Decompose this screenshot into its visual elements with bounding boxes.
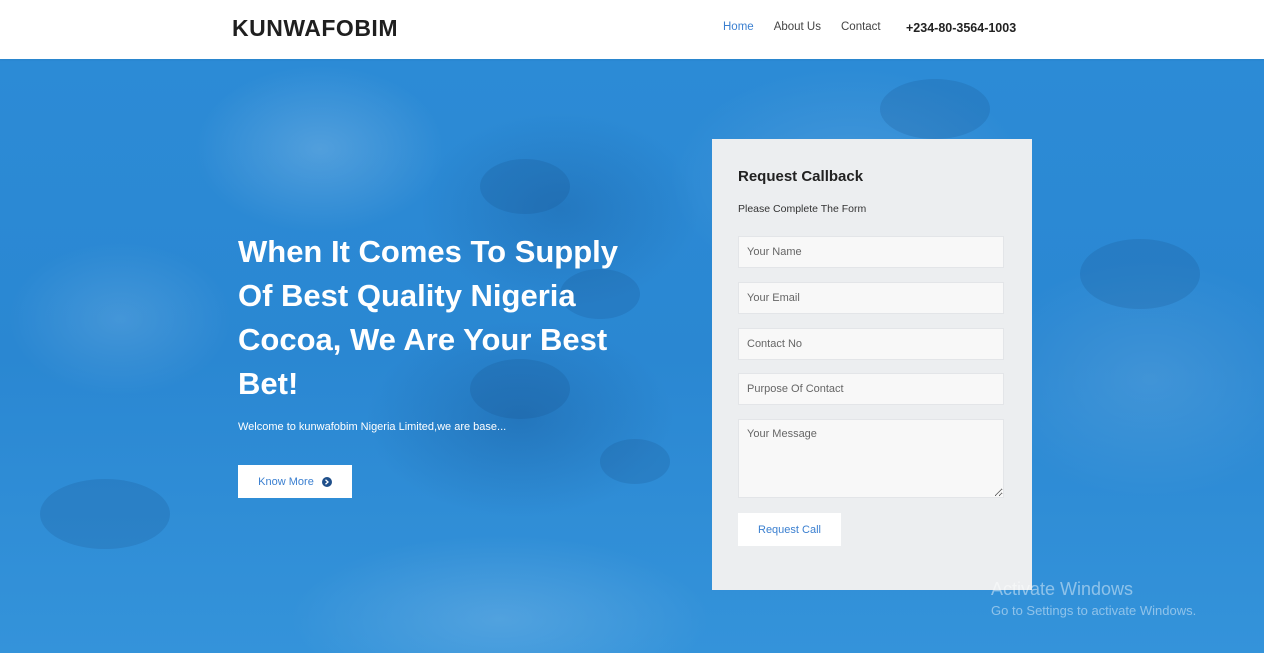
purpose-input[interactable] xyxy=(738,373,1004,405)
nav-home-link[interactable]: Home xyxy=(723,21,754,33)
email-input[interactable] xyxy=(738,282,1004,314)
header-phone-number[interactable]: +234-80-3564-1003 xyxy=(906,21,1016,35)
main-nav: Home About Us Contact xyxy=(723,21,901,33)
nav-about-link[interactable]: About Us xyxy=(774,21,821,33)
chevron-right-circle-icon xyxy=(321,476,332,487)
brand-logo[interactable]: KUNWAFOBIM xyxy=(232,15,398,42)
nav-contact-link[interactable]: Contact xyxy=(841,21,881,33)
hero-background-shape xyxy=(600,439,670,484)
contact-number-input[interactable] xyxy=(738,328,1004,360)
hero-section: When It Comes To Supply Of Best Quality … xyxy=(0,59,1264,653)
form-title: Request Callback xyxy=(738,168,864,185)
hero-background-shape xyxy=(880,79,990,139)
know-more-button[interactable]: Know More xyxy=(238,465,352,498)
hero-background-shape xyxy=(1080,239,1200,309)
hero-subtitle: Welcome to kunwafobim Nigeria Limited,we… xyxy=(238,421,507,433)
activate-windows-subtitle: Go to Settings to activate Windows. xyxy=(991,603,1197,618)
hero-title: When It Comes To Supply Of Best Quality … xyxy=(238,234,619,401)
request-call-button[interactable]: Request Call xyxy=(738,513,841,546)
request-callback-form: Request Callback Please Complete The For… xyxy=(712,139,1032,590)
form-subtitle: Please Complete The Form xyxy=(738,203,867,215)
activate-windows-title: Activate Windows xyxy=(991,579,1134,599)
message-textarea[interactable] xyxy=(738,419,1004,498)
hero-background-shape xyxy=(40,479,170,549)
site-header: KUNWAFOBIM Home About Us Contact +234-80… xyxy=(0,0,1264,59)
hero-background-shape xyxy=(480,159,570,214)
name-input[interactable] xyxy=(738,236,1004,268)
know-more-label: Know More xyxy=(258,475,314,488)
